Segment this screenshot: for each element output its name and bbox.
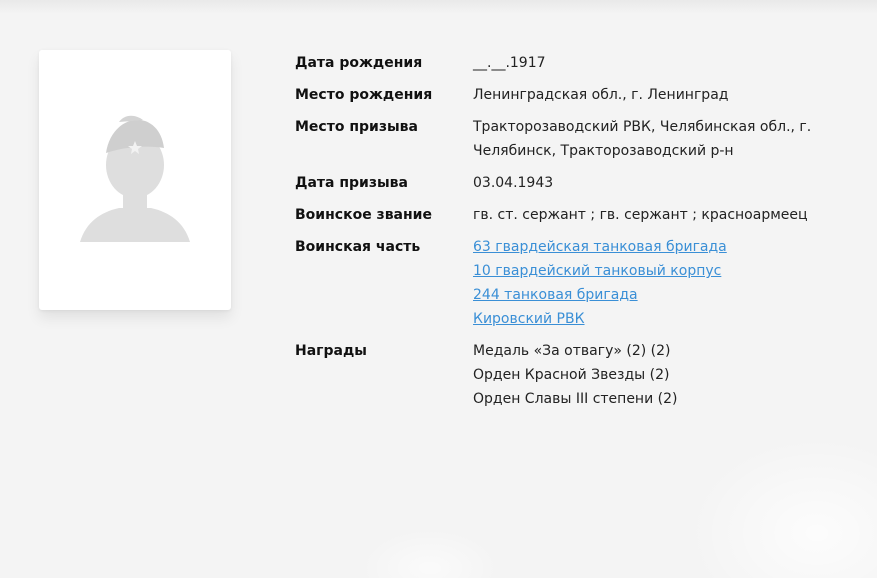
row-rank: Воинское звание гв. ст. сержант ; гв. се… (295, 203, 855, 227)
military-unit-label: Воинская часть (295, 239, 421, 255)
top-shadow (0, 0, 877, 14)
row-draft-place: Место призыва Тракторозаводский РВК, Чел… (295, 115, 855, 163)
silhouette-soldier-icon (80, 115, 190, 242)
birth-place-label: Место рождения (295, 87, 433, 103)
birth-date-value: __.__.1917 (473, 51, 546, 75)
award-item: Орден Славы III степени (2) (473, 391, 678, 407)
award-item: Орден Красной Звезды (2) (473, 367, 670, 383)
unit-link[interactable]: 10 гвардейский танковый корпус (473, 259, 727, 283)
award-item: Медаль «За отвагу» (2) (2) (473, 343, 671, 359)
rank-label: Воинское звание (295, 207, 432, 223)
birth-date-text: __.__.1917 (473, 55, 546, 71)
row-birth-place: Место рождения Ленинградская обл., г. Ле… (295, 83, 855, 107)
birth-place-text: Ленинградская обл., г. Ленинград (473, 87, 729, 103)
draft-date-label: Дата призыва (295, 175, 408, 191)
soldier-info: Дата рождения __.__.1917 Место рождения … (295, 51, 855, 419)
row-awards: Награды Медаль «За отвагу» (2) (2) Орден… (295, 339, 855, 411)
background-decoration (677, 428, 877, 578)
rank-text: гв. ст. сержант ; гв. сержант ; красноар… (473, 207, 808, 223)
unit-link[interactable]: 244 танковая бригада (473, 283, 727, 307)
awards-label: Награды (295, 343, 367, 359)
row-birth-date: Дата рождения __.__.1917 (295, 51, 855, 75)
draft-place-value: Тракторозаводский РВК, Челябинская обл.,… (473, 115, 811, 163)
draft-place-line: Челябинск, Тракторозаводский р-н (473, 143, 734, 159)
military-unit-links: 63 гвардейская танковая бригада 10 гвард… (473, 235, 727, 331)
row-military-unit: Воинская часть 63 гвардейская танковая б… (295, 235, 855, 331)
row-draft-date: Дата призыва 03.04.1943 (295, 171, 855, 195)
rank-value: гв. ст. сержант ; гв. сержант ; красноар… (473, 203, 808, 227)
birth-date-label: Дата рождения (295, 55, 423, 71)
birth-place-value: Ленинградская обл., г. Ленинград (473, 83, 728, 107)
unit-link[interactable]: 63 гвардейская танковая бригада (473, 235, 727, 259)
awards-list: Медаль «За отвагу» (2) (2) Орден Красной… (473, 339, 677, 411)
draft-date-value: 03.04.1943 (473, 171, 553, 195)
background-decoration (360, 528, 500, 578)
photo-card (39, 50, 231, 310)
unit-link[interactable]: Кировский РВК (473, 307, 727, 331)
draft-date-text: 03.04.1943 (473, 175, 554, 191)
draft-place-line: Тракторозаводский РВК, Челябинская обл.,… (473, 119, 812, 135)
draft-place-label: Место призыва (295, 119, 418, 135)
